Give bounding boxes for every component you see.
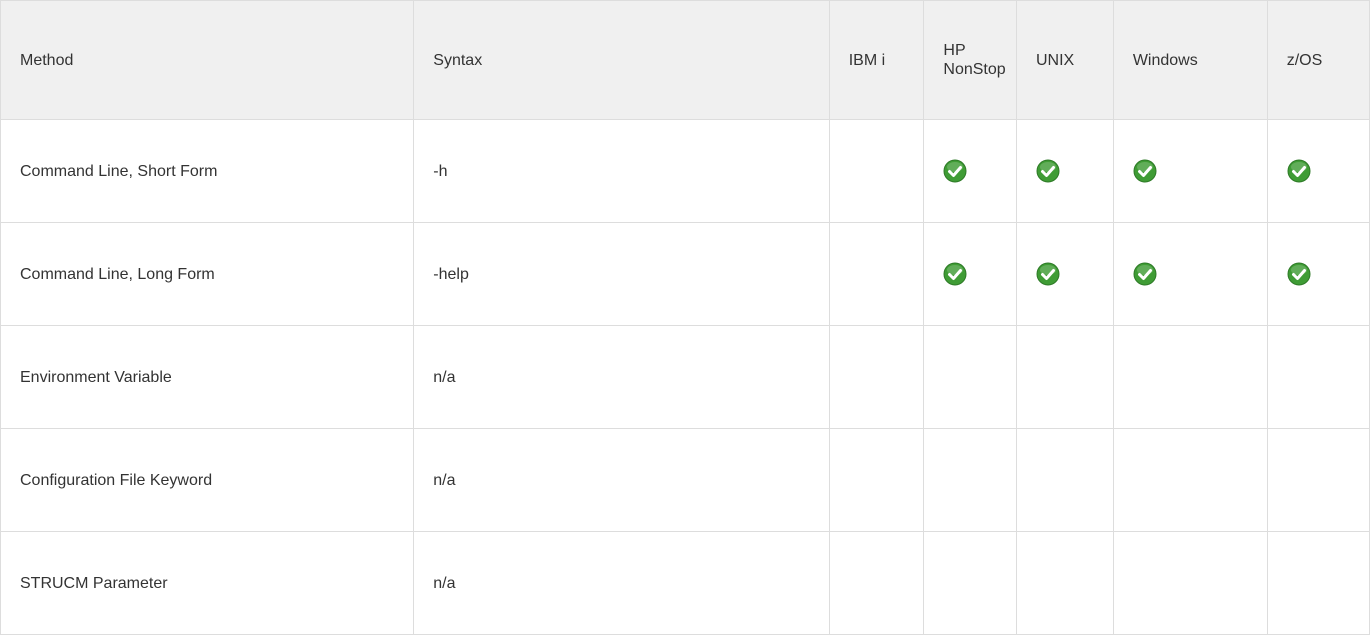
table-row: Command Line, Short Form -h — [0, 119, 1371, 223]
methods-table-container: Method Syntax IBM i HP NonStop UNIX Wind… — [0, 0, 1371, 635]
cell-syntax: -help — [413, 222, 830, 326]
cell-ibm-i — [828, 428, 925, 532]
cell-hp-nonstop — [923, 428, 1017, 532]
check-icon — [1036, 159, 1060, 183]
cell-zos — [1266, 222, 1371, 326]
cell-syntax: n/a — [413, 428, 830, 532]
cell-hp-nonstop — [923, 222, 1017, 326]
methods-table: Method Syntax IBM i HP NonStop UNIX Wind… — [0, 0, 1371, 635]
header-syntax: Syntax — [413, 0, 830, 120]
cell-method: Command Line, Short Form — [0, 119, 415, 223]
header-hp-nonstop: HP NonStop — [923, 0, 1017, 120]
cell-unix — [1015, 428, 1114, 532]
check-icon — [1287, 262, 1311, 286]
check-icon — [1036, 262, 1060, 286]
header-ibm-i: IBM i — [828, 0, 925, 120]
cell-ibm-i — [828, 222, 925, 326]
check-icon — [1133, 262, 1157, 286]
header-zos: z/OS — [1266, 0, 1371, 120]
cell-method: Environment Variable — [0, 325, 415, 429]
header-method: Method — [0, 0, 415, 120]
cell-zos — [1266, 531, 1371, 635]
cell-method: STRUCM Parameter — [0, 531, 415, 635]
check-icon — [1133, 159, 1157, 183]
header-unix: UNIX — [1015, 0, 1114, 120]
cell-syntax: -h — [413, 119, 830, 223]
table-row: Configuration File Keyword n/a — [0, 428, 1371, 532]
cell-windows — [1112, 325, 1268, 429]
cell-unix — [1015, 325, 1114, 429]
cell-zos — [1266, 119, 1371, 223]
header-windows: Windows — [1112, 0, 1268, 120]
cell-zos — [1266, 325, 1371, 429]
table-row: Environment Variable n/a — [0, 325, 1371, 429]
cell-ibm-i — [828, 119, 925, 223]
table-row: STRUCM Parameter n/a — [0, 531, 1371, 635]
check-icon — [1287, 159, 1311, 183]
cell-hp-nonstop — [923, 325, 1017, 429]
cell-windows — [1112, 531, 1268, 635]
cell-unix — [1015, 119, 1114, 223]
cell-ibm-i — [828, 325, 925, 429]
check-icon — [943, 262, 967, 286]
cell-windows — [1112, 222, 1268, 326]
check-icon — [943, 159, 967, 183]
cell-unix — [1015, 531, 1114, 635]
table-row: Command Line, Long Form -help — [0, 222, 1371, 326]
cell-hp-nonstop — [923, 119, 1017, 223]
cell-method: Command Line, Long Form — [0, 222, 415, 326]
cell-windows — [1112, 428, 1268, 532]
cell-unix — [1015, 222, 1114, 326]
cell-syntax: n/a — [413, 325, 830, 429]
table-header-row: Method Syntax IBM i HP NonStop UNIX Wind… — [0, 0, 1371, 120]
cell-method: Configuration File Keyword — [0, 428, 415, 532]
cell-zos — [1266, 428, 1371, 532]
cell-windows — [1112, 119, 1268, 223]
cell-hp-nonstop — [923, 531, 1017, 635]
cell-syntax: n/a — [413, 531, 830, 635]
cell-ibm-i — [828, 531, 925, 635]
